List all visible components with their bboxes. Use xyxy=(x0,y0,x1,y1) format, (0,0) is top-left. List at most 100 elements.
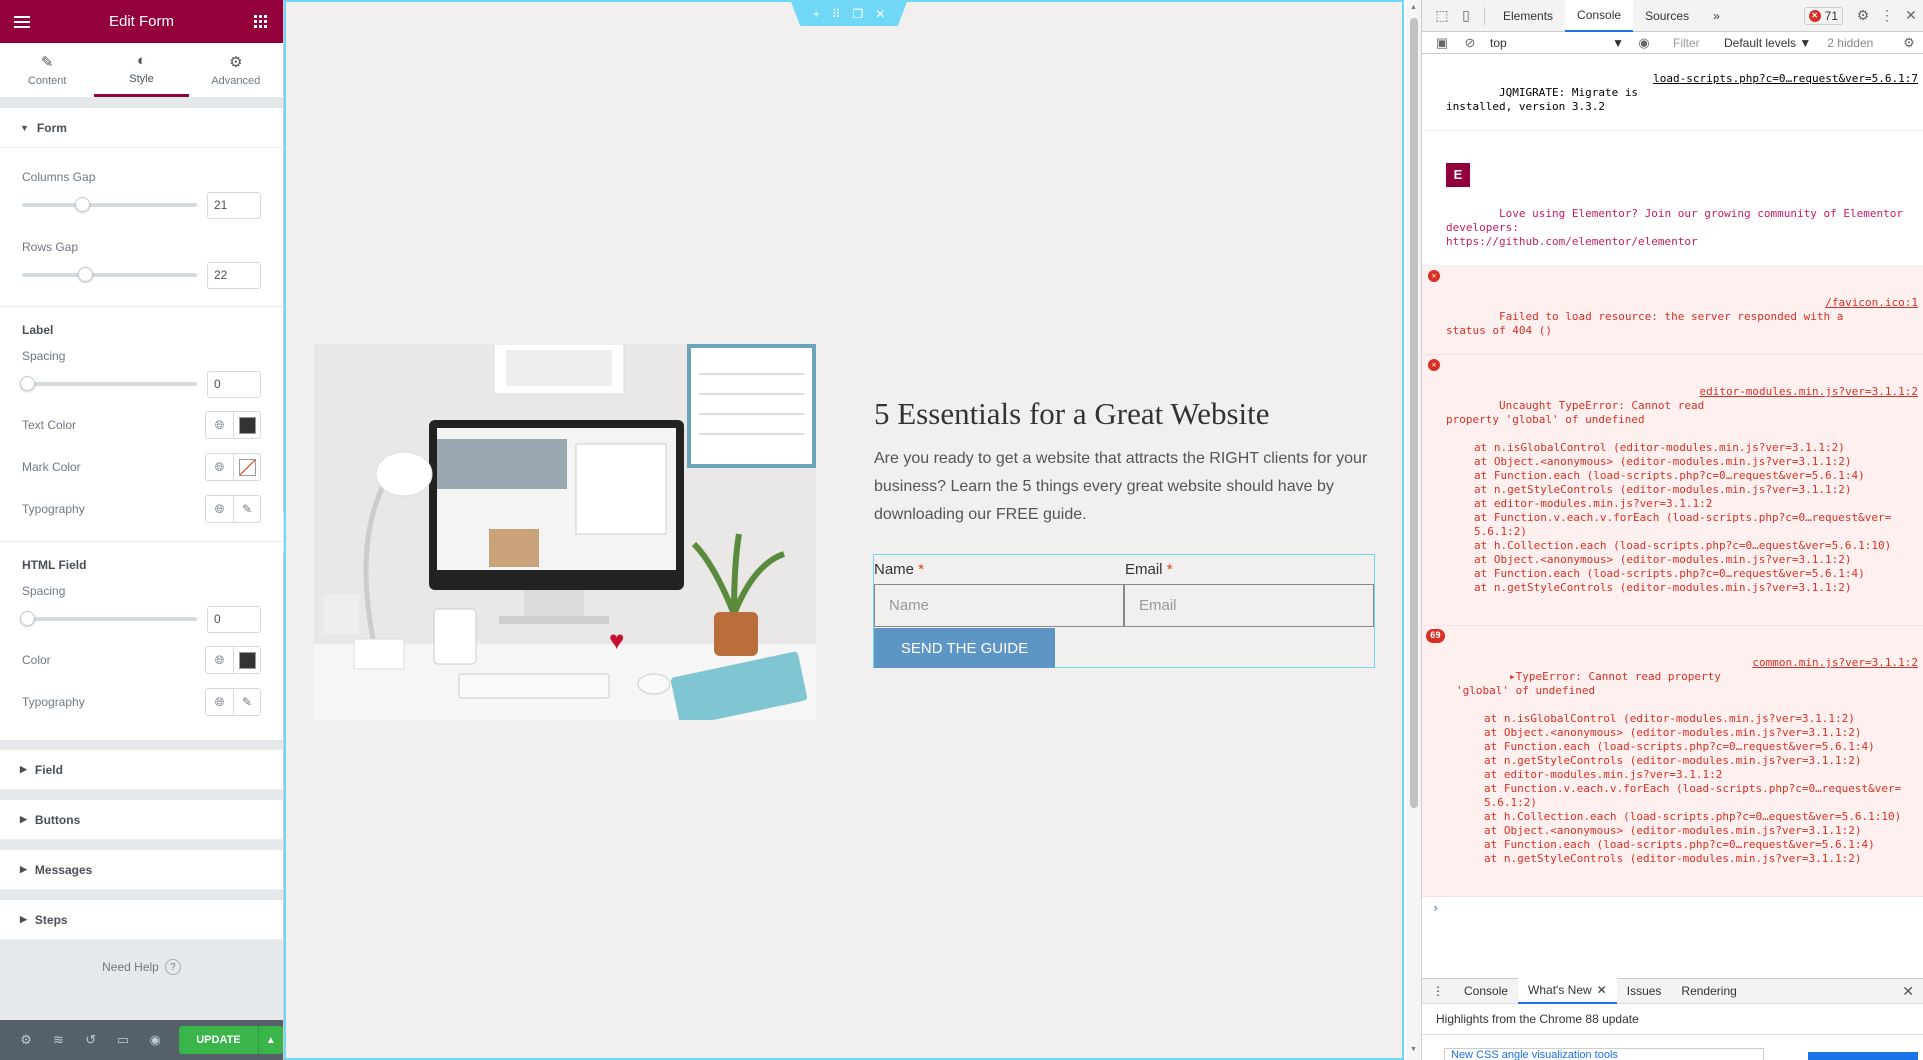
stack-frame[interactable]: at n.isGlobalControl (editor-modules.min… xyxy=(1484,712,1918,726)
console-prompt[interactable]: › xyxy=(1422,897,1923,919)
edit-pencil-icon[interactable]: ✎ xyxy=(233,496,260,522)
message-source-link[interactable]: common.min.js?ver=3.1.1:2 xyxy=(1744,656,1918,670)
globe-icon[interactable]: 🌐︎ xyxy=(206,496,233,522)
whats-new-card[interactable]: New CSS angle visualization tools xyxy=(1444,1048,1764,1060)
message-source-link[interactable]: /favicon.ico:1 xyxy=(1817,296,1918,310)
update-button[interactable]: UPDATE xyxy=(179,1026,258,1054)
delete-icon[interactable]: ✕ xyxy=(875,7,885,21)
preview-scrollbar[interactable]: ▲ ▼ xyxy=(1407,0,1421,1060)
update-options-caret-icon[interactable]: ▲ xyxy=(257,1026,283,1054)
context-select[interactable]: top ▼ xyxy=(1490,36,1630,50)
inspect-element-icon[interactable]: ⬚ xyxy=(1430,7,1454,24)
message-source-link[interactable]: editor-modules.min.js?ver=3.1.1:2 xyxy=(1691,385,1918,399)
log-levels-select[interactable]: Default levels ▼ xyxy=(1724,36,1811,50)
stack-frame[interactable]: 5.6.1:2) xyxy=(1484,796,1918,810)
need-help-link[interactable]: Need Help ? xyxy=(0,908,283,1026)
navigator-layers-icon[interactable]: ≋ xyxy=(42,1020,74,1060)
stack-frame[interactable]: at Object.<anonymous> (editor-modules.mi… xyxy=(1474,553,1918,567)
rows-gap-knob[interactable] xyxy=(78,267,93,282)
message-source-link[interactable]: load-scripts.php?c=0…request&ver=5.6.1:7 xyxy=(1645,72,1918,86)
close-tab-icon[interactable]: ✕ xyxy=(1597,983,1607,997)
label-spacing-slider[interactable] xyxy=(20,376,197,391)
live-expression-eye-icon[interactable]: ◉ xyxy=(1630,35,1658,51)
drawer-tab-issues[interactable]: Issues xyxy=(1617,978,1672,1004)
stack-frame[interactable]: at Function.v.each.v.forEach (load-scrip… xyxy=(1484,782,1918,796)
drawer-tab-rendering[interactable]: Rendering xyxy=(1671,978,1746,1004)
preview-eye-icon[interactable]: ◉ xyxy=(139,1020,171,1060)
drawer-menu-icon[interactable]: ⋮ xyxy=(1422,978,1454,1004)
columns-gap-input[interactable]: 21 xyxy=(207,191,261,219)
html-color-picker[interactable] xyxy=(233,647,260,673)
tab-console[interactable]: Console xyxy=(1565,0,1634,32)
stack-frame[interactable]: at Object.<anonymous> (editor-modules.mi… xyxy=(1484,726,1918,740)
scroll-down-arrow-icon[interactable]: ▼ xyxy=(1410,1046,1417,1053)
stack-frame[interactable]: at editor-modules.min.js?ver=3.1.1:2 xyxy=(1474,497,1918,511)
stack-frame[interactable]: at n.getStyleControls (editor-modules.mi… xyxy=(1484,852,1918,866)
stack-frame[interactable]: at n.isGlobalControl (editor-modules.min… xyxy=(1474,441,1918,455)
html-spacing-input[interactable]: 0 xyxy=(207,605,261,633)
section-field-header[interactable]: ▶ Field xyxy=(0,750,283,790)
columns-gap-slider[interactable] xyxy=(22,197,197,212)
more-tabs-icon[interactable]: » xyxy=(1701,0,1732,32)
scroll-up-arrow-icon[interactable]: ▲ xyxy=(1410,4,1417,11)
stack-frame[interactable]: at n.getStyleControls (editor-modules.mi… xyxy=(1474,581,1918,595)
tab-sources[interactable]: Sources xyxy=(1633,0,1701,32)
kebab-menu-icon[interactable]: ⋮ xyxy=(1875,7,1899,24)
email-input[interactable]: Email xyxy=(1124,584,1374,627)
html-spacing-knob[interactable] xyxy=(20,611,35,626)
stack-frame[interactable]: at h.Collection.each (load-scripts.php?c… xyxy=(1474,539,1918,553)
tab-content[interactable]: ✎ Content xyxy=(0,43,94,97)
console-error[interactable]: 69 common.min.js?ver=3.1.1:2 ▸TypeError:… xyxy=(1422,626,1923,897)
globe-icon[interactable]: 🌐︎ xyxy=(206,454,233,480)
stack-frame[interactable]: at Object.<anonymous> (editor-modules.mi… xyxy=(1474,455,1918,469)
globe-icon[interactable]: 🌐︎ xyxy=(206,412,233,438)
stack-frame[interactable]: at h.Collection.each (load-scripts.php?c… xyxy=(1484,810,1918,824)
mark-color-picker[interactable] xyxy=(233,454,260,480)
error-count-badge[interactable]: ✕ 71 xyxy=(1803,6,1843,25)
drawer-tab-whats-new[interactable]: What's New ✕ xyxy=(1518,978,1617,1004)
section-messages-header[interactable]: ▶ Messages xyxy=(0,850,283,890)
send-guide-button[interactable]: SEND THE GUIDE xyxy=(874,628,1055,668)
stack-frame[interactable]: at Function.each (load-scripts.php?c=0…r… xyxy=(1484,740,1918,754)
section-buttons-header[interactable]: ▶ Buttons xyxy=(0,800,283,840)
settings-icon[interactable]: ⚙ xyxy=(10,1020,42,1060)
globe-icon[interactable]: 🌐︎ xyxy=(206,647,233,673)
close-drawer-icon[interactable]: ✕ xyxy=(1902,983,1914,1000)
responsive-mode-icon[interactable]: ▭ xyxy=(107,1020,139,1060)
drawer-tab-console[interactable]: Console xyxy=(1454,978,1518,1004)
tab-style[interactable]: ◐ Style xyxy=(94,43,189,97)
stack-frame[interactable]: at Function.each (load-scripts.php?c=0…r… xyxy=(1474,469,1918,483)
sidebar-toggle-icon[interactable]: ▣ xyxy=(1428,35,1456,51)
drag-handle-icon[interactable]: ⠿ xyxy=(832,7,841,21)
widgets-grid-icon[interactable] xyxy=(251,12,271,32)
label-spacing-knob[interactable] xyxy=(20,376,35,391)
rows-gap-slider[interactable] xyxy=(22,267,197,282)
stack-frame[interactable]: at Function.v.each.v.forEach (load-scrip… xyxy=(1474,511,1918,525)
whats-new-button[interactable] xyxy=(1808,1052,1918,1060)
edit-pencil-icon[interactable]: ✎ xyxy=(233,689,260,715)
clear-console-icon[interactable]: ⊘ xyxy=(1456,35,1484,51)
stack-frame[interactable]: at n.getStyleControls (editor-modules.mi… xyxy=(1484,754,1918,768)
html-spacing-slider[interactable] xyxy=(20,611,197,626)
stack-frame[interactable]: at Object.<anonymous> (editor-modules.mi… xyxy=(1484,824,1918,838)
stack-frame[interactable]: at Function.each (load-scripts.php?c=0…r… xyxy=(1474,567,1918,581)
hamburger-menu-icon[interactable] xyxy=(12,12,32,32)
device-toolbar-icon[interactable]: ▯ xyxy=(1454,7,1478,24)
stack-frame[interactable]: at Function.each (load-scripts.php?c=0…r… xyxy=(1484,838,1918,852)
label-spacing-input[interactable]: 0 xyxy=(207,370,261,398)
name-input[interactable]: Name xyxy=(874,584,1124,627)
history-icon[interactable]: ↺ xyxy=(75,1020,107,1060)
stack-frame[interactable]: at n.getStyleControls (editor-modules.mi… xyxy=(1474,483,1918,497)
console-settings-gear-icon[interactable]: ⚙ xyxy=(1895,35,1923,51)
duplicate-icon[interactable]: ❐ xyxy=(852,7,863,21)
section-form-header[interactable]: ▼ Form xyxy=(0,108,283,148)
rows-gap-input[interactable]: 22 xyxy=(207,261,261,289)
scrollbar-thumb[interactable] xyxy=(1410,18,1418,808)
stack-frame[interactable]: 5.6.1:2) xyxy=(1474,525,1918,539)
tab-advanced[interactable]: ⚙ Advanced xyxy=(189,43,283,97)
globe-icon[interactable]: 🌐︎ xyxy=(206,689,233,715)
text-color-picker[interactable] xyxy=(233,412,260,438)
console-filter-input[interactable]: Filter xyxy=(1668,34,1718,52)
settings-gear-icon[interactable]: ⚙ xyxy=(1851,7,1875,24)
add-section-icon[interactable]: + xyxy=(813,7,820,21)
